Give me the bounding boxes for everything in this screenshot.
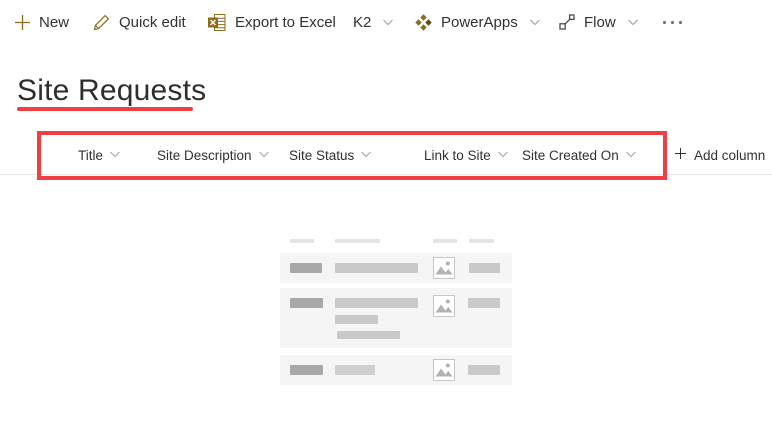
column-header-title[interactable]: Title	[78, 147, 122, 164]
placeholder-bar	[433, 239, 457, 243]
placeholder-bar	[290, 298, 323, 308]
placeholder-bar	[335, 239, 380, 243]
chevron-down-icon	[496, 147, 510, 164]
chevron-down-icon	[528, 15, 542, 29]
flow-button-label: Flow	[584, 13, 616, 31]
chevron-down-icon	[624, 147, 638, 164]
pencil-icon	[92, 13, 111, 32]
flow-icon	[558, 13, 576, 31]
export-to-excel-button[interactable]: Export to Excel	[207, 0, 336, 44]
chevron-down-icon	[359, 147, 373, 164]
excel-icon	[207, 13, 227, 32]
list-header-row: Title Site Description Site Status Link …	[0, 138, 772, 174]
annotation-title-underline	[17, 107, 193, 111]
k2-button-label: K2	[353, 13, 372, 31]
more-icon	[663, 0, 682, 44]
placeholder-row	[280, 253, 512, 283]
image-placeholder-icon	[433, 257, 455, 279]
header-divider	[0, 174, 772, 175]
chevron-down-icon	[626, 15, 640, 29]
column-header-site-description[interactable]: Site Description	[157, 147, 271, 164]
new-button-label: New	[39, 13, 70, 31]
placeholder-bar	[468, 298, 500, 308]
add-column-label: Add column	[694, 147, 766, 163]
column-header-label: Link to Site	[424, 148, 491, 163]
chevron-down-icon	[108, 147, 122, 164]
more-commands-button[interactable]	[663, 0, 682, 44]
placeholder-bar	[335, 315, 378, 324]
powerapps-button-label: PowerApps	[441, 13, 518, 31]
column-header-label: Title	[78, 148, 104, 163]
placeholder-row	[280, 355, 512, 385]
column-header-label: Site Description	[157, 148, 252, 163]
column-header-link-to-site[interactable]: Link to Site	[424, 147, 510, 164]
plus-icon	[674, 147, 687, 163]
column-header-label: Site Status	[289, 148, 355, 163]
placeholder-bar	[290, 365, 323, 375]
quick-edit-button-label: Quick edit	[119, 13, 186, 31]
placeholder-bar	[469, 263, 500, 273]
column-header-site-status[interactable]: Site Status	[289, 147, 373, 164]
add-column-button[interactable]: Add column	[674, 147, 765, 163]
column-header-site-created-on[interactable]: Site Created On	[522, 147, 638, 164]
placeholder-bar	[468, 365, 500, 375]
quick-edit-button[interactable]: Quick edit	[92, 0, 186, 44]
image-placeholder-icon	[433, 359, 455, 381]
powerapps-button[interactable]: PowerApps	[414, 0, 542, 44]
export-to-excel-button-label: Export to Excel	[235, 13, 336, 31]
placeholder-bar	[469, 239, 494, 243]
chevron-down-icon	[257, 147, 271, 164]
placeholder-bar	[335, 298, 418, 308]
placeholder-bar	[337, 331, 400, 339]
placeholder-row	[280, 288, 512, 348]
plus-icon	[14, 14, 31, 31]
placeholder-bar	[335, 365, 375, 375]
column-header-label: Site Created On	[522, 148, 619, 163]
chevron-down-icon	[381, 15, 395, 29]
image-placeholder-icon	[433, 295, 455, 317]
flow-button[interactable]: Flow	[558, 0, 640, 44]
page-title: Site Requests	[17, 74, 207, 107]
new-button[interactable]: New	[14, 0, 69, 44]
placeholder-bar	[290, 239, 314, 243]
placeholder-bar	[335, 263, 418, 273]
k2-button[interactable]: K2	[353, 0, 395, 44]
powerapps-icon	[414, 13, 433, 32]
command-bar: New Quick edit Export to Excel K2 PowerA…	[0, 0, 772, 44]
empty-state-placeholder	[280, 237, 512, 385]
placeholder-bar	[290, 263, 322, 273]
